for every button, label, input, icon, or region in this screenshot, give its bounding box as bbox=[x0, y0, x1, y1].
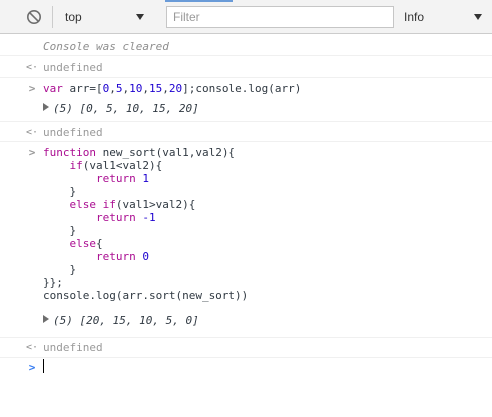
console-prompt-row[interactable]: > bbox=[0, 358, 492, 378]
filter-placeholder: Filter bbox=[173, 10, 200, 24]
console-input-row: > var arr=[0,5,10,15,20];console.log(arr… bbox=[0, 78, 492, 122]
expand-triangle-icon[interactable] bbox=[43, 103, 49, 111]
result-value: undefined bbox=[43, 341, 103, 354]
chevron-down-icon bbox=[474, 14, 482, 20]
code-line: else{ bbox=[69, 237, 103, 250]
filter-input[interactable]: Filter bbox=[166, 6, 394, 28]
result-arrow-icon: <· bbox=[26, 342, 39, 353]
array-output[interactable]: (5) [0, 5, 10, 15, 20] bbox=[43, 102, 199, 115]
array-output[interactable]: (5) [20, 15, 10, 5, 0] bbox=[43, 314, 199, 327]
code-line: else if(val1>val2){ bbox=[69, 198, 196, 211]
console-input-row: > function new_sort(val1,val2){ if(val1<… bbox=[0, 142, 492, 338]
input-code-line: var arr=[0,5,10,15,20];console.log(arr) bbox=[43, 82, 302, 95]
code-line: console.log(arr.sort(new_sort)) bbox=[43, 289, 249, 302]
console-result-row: <· undefined bbox=[0, 338, 492, 358]
code-line: } bbox=[69, 185, 77, 198]
result-value: undefined bbox=[43, 61, 103, 74]
context-selector-label: top bbox=[65, 10, 82, 24]
chevron-down-icon bbox=[136, 14, 144, 20]
code-line: function new_sort(val1,val2){ bbox=[43, 146, 236, 159]
result-arrow-icon: <· bbox=[26, 62, 39, 73]
result-arrow-icon: <· bbox=[26, 127, 39, 138]
code-line: if(val1<val2){ bbox=[69, 159, 163, 172]
toolbar-divider bbox=[52, 6, 53, 28]
input-prompt-icon: > bbox=[28, 82, 36, 95]
log-level-selector[interactable]: Info bbox=[398, 7, 488, 27]
console-cleared-text: Console was cleared bbox=[43, 40, 169, 53]
expand-triangle-icon[interactable] bbox=[43, 315, 49, 323]
code-line: return -1 bbox=[95, 211, 156, 224]
code-line: } bbox=[69, 263, 77, 276]
code-line: } bbox=[69, 224, 77, 237]
clear-console-icon[interactable] bbox=[26, 9, 42, 25]
log-level-label: Info bbox=[404, 10, 425, 24]
code-line: return 0 bbox=[95, 250, 149, 263]
code-line: }}; bbox=[43, 276, 63, 289]
result-value: undefined bbox=[43, 126, 103, 139]
input-prompt-icon: > bbox=[28, 146, 36, 159]
console-result-row: <· undefined bbox=[0, 56, 492, 78]
console-message: Console was cleared bbox=[0, 36, 492, 56]
text-cursor bbox=[43, 359, 44, 373]
context-selector[interactable]: top bbox=[60, 7, 156, 27]
active-prompt-icon: > bbox=[28, 361, 36, 374]
code-line: return 1 bbox=[95, 172, 149, 185]
console-result-row: <· undefined bbox=[0, 122, 492, 142]
active-tab-indicator bbox=[165, 0, 233, 2]
console-toolbar: top Filter Info bbox=[0, 0, 492, 34]
